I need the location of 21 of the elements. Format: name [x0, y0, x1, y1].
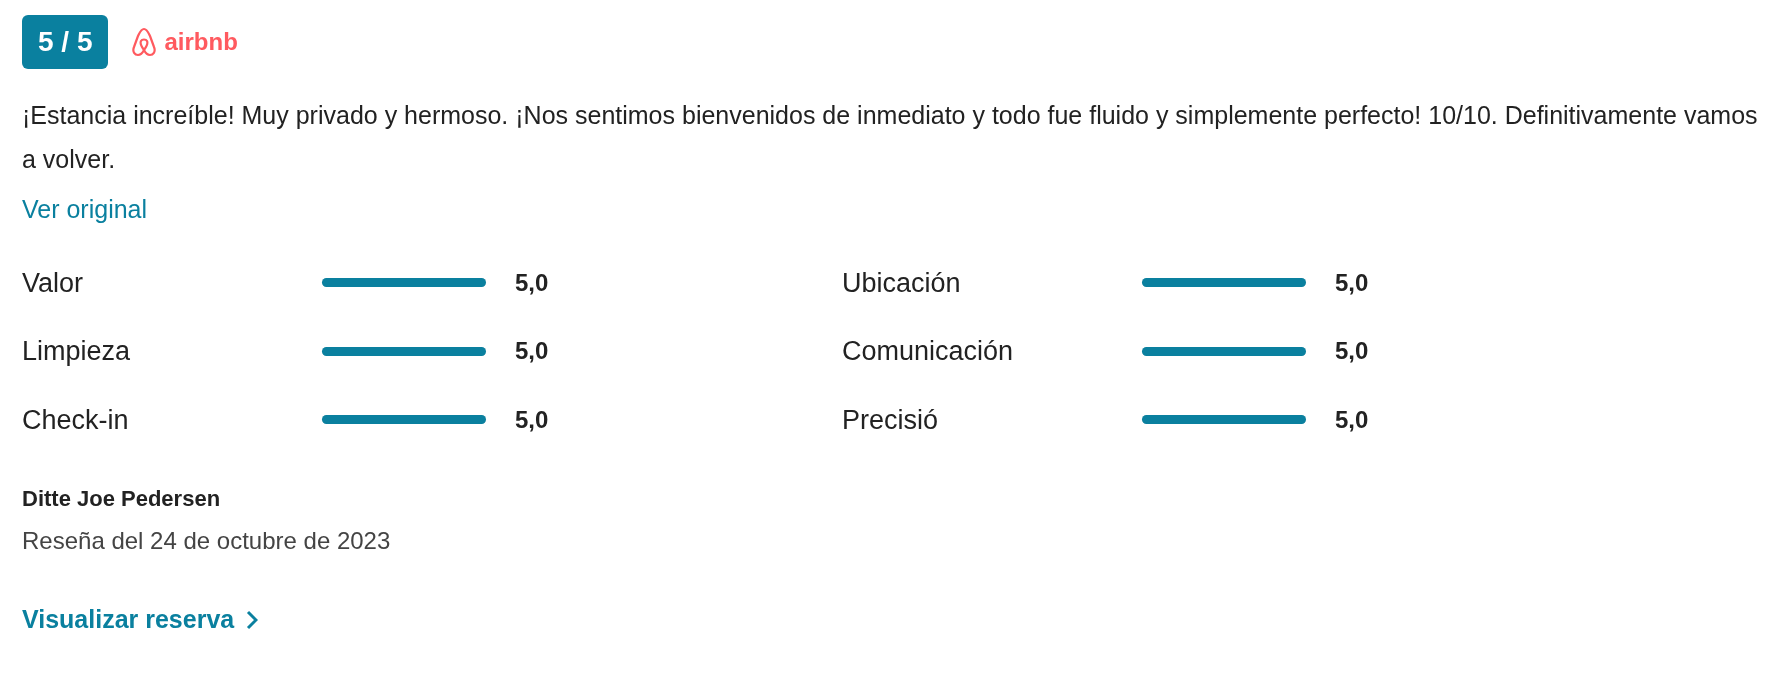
rating-value: 5,0 — [1334, 336, 1370, 367]
review-date: Reseña del 24 de octubre de 2023 — [22, 526, 392, 556]
rating-label: Check-in — [22, 403, 130, 437]
airbnb-logo-icon — [132, 27, 157, 57]
booking-link[interactable]: Visualizar reserva — [22, 601, 259, 639]
rating-value: 5,0 — [514, 404, 550, 435]
rating-label: Limpieza — [22, 335, 132, 368]
reviewer-name: Ditte Joe Pedersen — [22, 485, 222, 513]
rating-label: Ubicación — [842, 266, 962, 300]
rating-label: Valor — [22, 266, 85, 300]
rating-value: 5,0 — [514, 336, 550, 367]
rating-value: 5,0 — [514, 267, 550, 298]
rating-label: Precisió — [842, 403, 940, 437]
original-link[interactable]: Ver original — [22, 191, 148, 229]
score-badge: 5 / 5 — [22, 15, 109, 69]
rating-value: 5,0 — [1334, 267, 1370, 298]
chevron-right-icon — [246, 609, 259, 630]
brand-name: airbnb — [164, 27, 238, 57]
rating-value: 5,0 — [1334, 404, 1370, 435]
review-text: ¡Estancia increíble! Muy privado y hermoso. ¡Nos sentimos bienvenidos de inmediato y todo fue fluido y simplemente perfecto! 10/10. Definitivamente vamos a volver. — [22, 100, 1759, 175]
rating-label: Comunicación — [842, 335, 1015, 368]
